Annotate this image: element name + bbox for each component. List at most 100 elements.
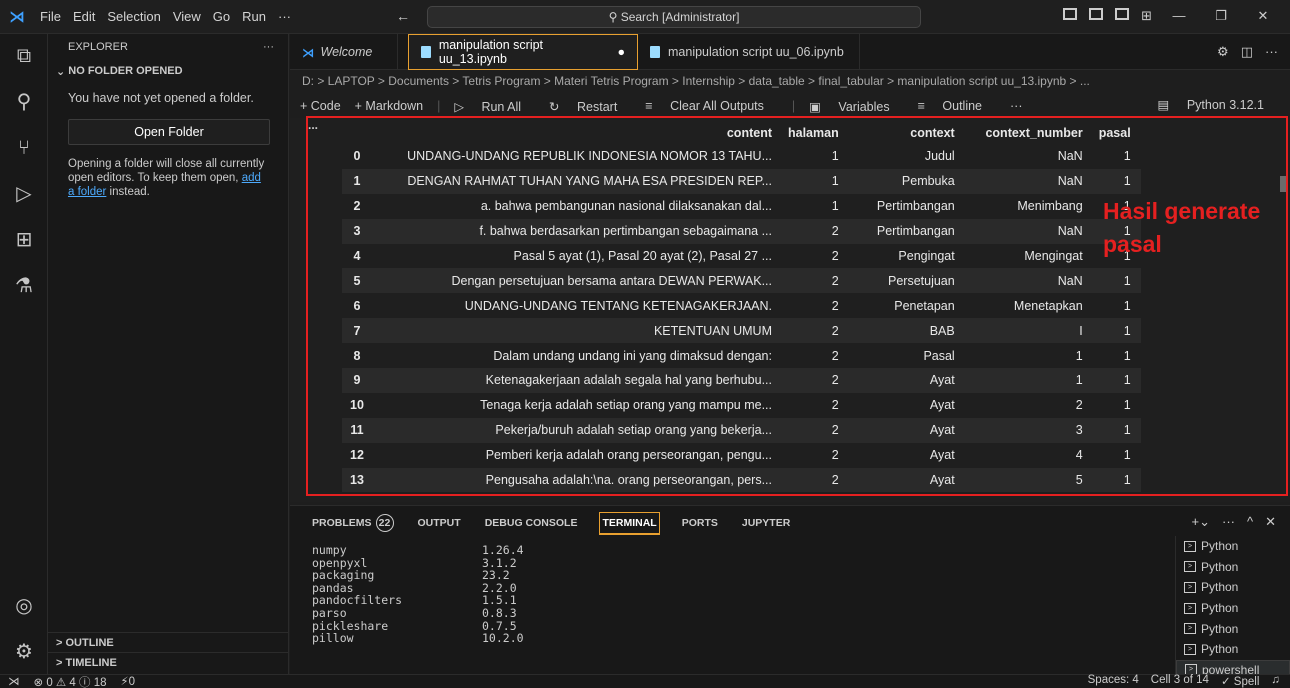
terminal-line: pillow 10.2.0: [312, 632, 524, 645]
remote-icon[interactable]: ⋊: [8, 674, 20, 688]
indentation-status[interactable]: Spaces: 4: [1088, 674, 1139, 688]
terminal-output[interactable]: numpy 1.26.4 openpyxl 3.1.2 packaging 23.2 pan…: [312, 544, 524, 645]
toggle-sidebar-icon[interactable]: [1063, 8, 1078, 20]
tab-ports[interactable]: PORTS: [680, 513, 720, 533]
terminal-instance[interactable]: > Python: [1176, 536, 1290, 557]
status-left: ⋊ ⊗ 0 ⚠ 4 ⓘ 18 ⚡0: [0, 674, 135, 688]
output-scrollbar[interactable]: [1280, 176, 1286, 192]
table-cell: Ayat: [929, 448, 955, 463]
toggle-panel-icon[interactable]: [1089, 8, 1104, 20]
terminal-instance[interactable]: > Python: [1176, 598, 1290, 619]
package-name: numpy: [312, 543, 347, 557]
tab-welcome[interactable]: ⋊ Welcome: [290, 34, 398, 70]
more-actions-icon[interactable]: ···: [1265, 44, 1278, 60]
new-terminal-icon[interactable]: +⌄: [1192, 514, 1210, 530]
extensions-icon[interactable]: ⊞: [12, 228, 36, 252]
terminal-instance[interactable]: > Python: [1176, 618, 1290, 639]
menu-edit[interactable]: Edit: [67, 9, 101, 24]
spell-status[interactable]: ✓ Spell: [1221, 674, 1259, 688]
table-cell: a. bahwa pembangunan nasional dilaksanak…: [480, 199, 772, 214]
kernel-picker[interactable]: ▤ Python 3.12.1: [1158, 97, 1278, 112]
close-panel-icon[interactable]: ✕: [1265, 514, 1276, 530]
split-editor-icon[interactable]: ◫: [1241, 44, 1253, 60]
search-text: Search [Administrator]: [620, 10, 740, 24]
table-row: 1 DENGAN RAHMAT TUHAN YANG MAHA ESA PRESI…: [342, 168, 1141, 194]
restart-icon: ↻: [549, 99, 563, 114]
close-icon[interactable]: ✕: [1248, 8, 1278, 24]
maximize-panel-icon[interactable]: ^: [1247, 514, 1253, 530]
restart-button[interactable]: ↻ Restart: [549, 99, 631, 114]
menu-go[interactable]: Go: [207, 9, 236, 24]
terminal-instance[interactable]: > Python: [1176, 577, 1290, 598]
clear-outputs-button[interactable]: ≡ Clear All Outputs: [645, 99, 778, 113]
search-icon[interactable]: ⚲: [12, 90, 36, 114]
variables-button[interactable]: ▣ Variables: [809, 99, 903, 114]
row-index: 3: [342, 218, 376, 244]
table-row: 9 Ketenagakerjaan adalah segala hal yang …: [342, 368, 1141, 393]
table-cell: 5: [964, 467, 1093, 493]
open-folder-button[interactable]: Open Folder: [68, 119, 270, 145]
settings-gear-icon[interactable]: ⚙: [1217, 44, 1229, 60]
chevron-right-icon: >: [56, 636, 66, 649]
no-folder-section[interactable]: ⌄ NO FOLDER OPENED: [48, 60, 288, 82]
problems-status[interactable]: ⊗ 0 ⚠ 4 ⓘ 18: [34, 674, 107, 688]
panel-more-icon[interactable]: ···: [1222, 514, 1235, 530]
variables-icon: ▣: [809, 99, 825, 114]
run-debug-icon[interactable]: ▷: [12, 182, 36, 206]
tab-uu06-notebook[interactable]: manipulation script uu_06.ipynb: [638, 34, 860, 70]
breadcrumb[interactable]: D: > LAPTOP > Documents > Tetris Program…: [290, 70, 1290, 92]
explorer-more-icon[interactable]: ···: [263, 41, 274, 53]
outline-button[interactable]: ≡ Outline: [918, 99, 996, 113]
menu-file[interactable]: File: [34, 9, 67, 24]
row-index: 4: [353, 249, 361, 263]
terminal-instance[interactable]: > Python: [1176, 639, 1290, 660]
tab-jupyter[interactable]: JUPYTER: [740, 513, 792, 533]
terminal-instance[interactable]: > powershell: [1176, 659, 1290, 675]
timeline-section[interactable]: > TIMELINE: [48, 652, 289, 672]
table-row: 7 KETENTUAN UMUM 2 BAB I 1: [342, 318, 1141, 344]
tab-debug-console[interactable]: DEBUG CONSOLE: [483, 513, 580, 533]
toggle-secondary-sidebar-icon[interactable]: [1115, 8, 1130, 20]
tab-terminal[interactable]: TERMINAL: [599, 511, 660, 535]
restore-icon[interactable]: ❐: [1206, 8, 1236, 24]
customize-layout-icon[interactable]: ⊞: [1141, 8, 1152, 24]
unsaved-dot-icon[interactable]: ●: [617, 45, 625, 59]
source-control-icon[interactable]: ⑂: [12, 136, 36, 160]
chevron-right-icon: >: [56, 656, 66, 669]
table-cell: 4: [1075, 448, 1083, 463]
tab-uu13-notebook[interactable]: manipulation script uu_13.ipynb ●: [408, 34, 638, 70]
explorer-header: EXPLORER ···: [48, 34, 288, 60]
table-cell: 1: [1092, 417, 1141, 443]
tab-problems[interactable]: PROBLEMS 22: [310, 510, 396, 536]
output-ellipsis[interactable]: ...: [308, 118, 318, 132]
table-cell: 1: [831, 149, 839, 164]
command-center-search[interactable]: ⚲ Search [Administrator]: [427, 6, 921, 28]
outline-section[interactable]: > OUTLINE: [48, 632, 289, 652]
table-cell: Tenaga kerja adalah setiap orang yang ma…: [480, 398, 772, 413]
notifications-bell-icon[interactable]: ♫: [1271, 674, 1280, 688]
tab-output[interactable]: OUTPUT: [416, 513, 463, 533]
table-cell: UNDANG-UNDANG TENTANG KETENAGAKERJAAN.: [464, 298, 772, 313]
ports-status[interactable]: ⚡0: [121, 674, 135, 688]
accounts-icon[interactable]: ◎: [12, 594, 36, 618]
clear-icon: ≡: [645, 99, 657, 113]
add-markdown-button[interactable]: + Markdown: [355, 99, 423, 113]
table-cell: 1: [1075, 348, 1083, 363]
settings-gear-icon[interactable]: ⚙: [12, 640, 36, 664]
toolbar-more-button[interactable]: ···: [1010, 99, 1023, 113]
vscode-logo-icon: ⋊: [9, 8, 25, 26]
menu-run[interactable]: Run: [236, 9, 272, 24]
explorer-icon[interactable]: ⧉: [12, 44, 36, 68]
activity-bar: ⧉ ⚲ ⑂ ▷ ⊞ ⚗ ◎ ⚙: [0, 34, 48, 674]
menu-view[interactable]: View: [167, 9, 207, 24]
testing-icon[interactable]: ⚗: [12, 274, 36, 298]
run-all-button[interactable]: ▷ Run All: [454, 99, 535, 114]
menu-more[interactable]: ···: [272, 9, 297, 24]
cell-status[interactable]: Cell 3 of 14: [1151, 674, 1209, 688]
menu-selection[interactable]: Selection: [101, 9, 166, 24]
add-code-button[interactable]: + Code: [300, 99, 341, 113]
terminal-instance[interactable]: > Python: [1176, 557, 1290, 578]
tab-label: PROBLEMS: [312, 517, 372, 529]
minimize-icon[interactable]: —: [1164, 8, 1194, 24]
table-cell: 2: [782, 368, 849, 393]
